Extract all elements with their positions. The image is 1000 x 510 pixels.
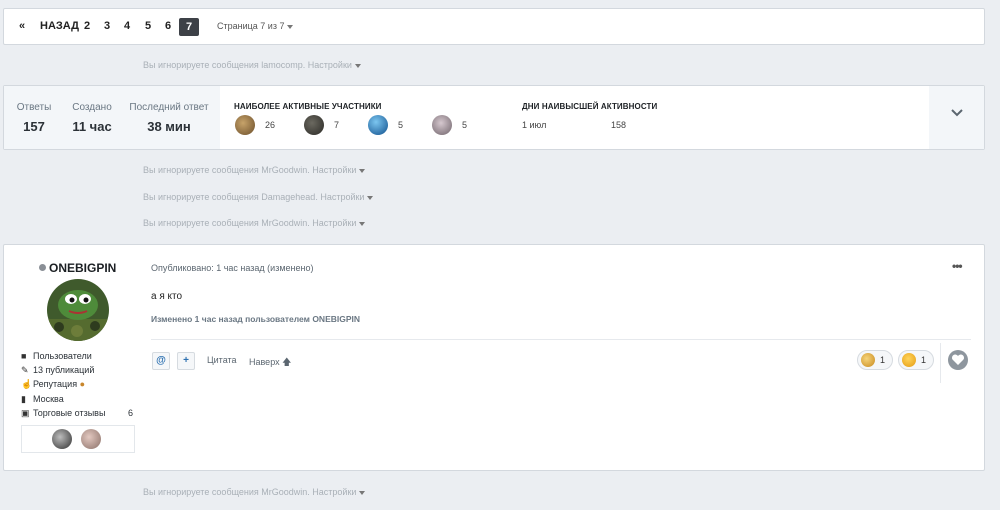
stat-replies: Ответы 157 bbox=[14, 102, 54, 134]
caret-down-icon bbox=[367, 195, 374, 200]
first-page-button[interactable]: « bbox=[19, 20, 25, 32]
page-link-6[interactable]: 6 bbox=[165, 20, 171, 32]
active-user-count: 5 bbox=[462, 120, 468, 130]
feedback-count: 6 bbox=[128, 408, 134, 418]
post-content: а я кто bbox=[151, 291, 183, 302]
reaction-divider bbox=[940, 343, 941, 383]
stat-created-value: 11 час bbox=[72, 119, 112, 134]
post-divider bbox=[151, 339, 971, 340]
ignored-notice-text: Вы игнорируете сообщения MrGoodwin. Наст… bbox=[143, 487, 357, 497]
author-location-text: Москва bbox=[33, 394, 64, 404]
stat-created: Создано 11 час bbox=[69, 102, 115, 134]
author-badges bbox=[21, 425, 135, 453]
author-name-text: ONEBIGPIN bbox=[49, 261, 117, 275]
peak-days-title: ДНИ НАИВЫСШЕЙ АКТИВНОСТИ bbox=[522, 102, 658, 111]
active-user-avatar[interactable] bbox=[304, 115, 324, 135]
multiquote-button[interactable]: + bbox=[177, 352, 195, 370]
users-icon: ■ bbox=[21, 351, 27, 361]
caret-down-icon bbox=[354, 63, 361, 68]
ignored-notice-text: Вы игнорируете сообщения MrGoodwin. Наст… bbox=[143, 165, 357, 175]
active-user-count: 26 bbox=[265, 120, 276, 130]
active-user-count: 5 bbox=[398, 120, 404, 130]
ignored-notice-text: Вы игнорируете сообщения Damagehead. Нас… bbox=[143, 192, 365, 202]
author-group: ■ Пользователи bbox=[21, 351, 92, 361]
ignored-notice[interactable]: Вы игнорируете сообщения Damagehead. Нас… bbox=[143, 192, 374, 202]
author-reputation: ☝Репутация ● bbox=[21, 379, 85, 390]
author-post-count: ✎ 13 публикаций bbox=[21, 365, 94, 376]
author-avatar[interactable] bbox=[47, 279, 109, 341]
back-to-top-button[interactable]: Наверх 🡅 bbox=[249, 355, 291, 371]
ignored-notice-text: Вы игнорируете сообщения MrGoodwin. Наст… bbox=[143, 218, 357, 228]
page-link-3[interactable]: 3 bbox=[104, 20, 110, 32]
chevron-down-icon bbox=[951, 109, 963, 117]
reputation-medal-icon: ● bbox=[79, 379, 86, 389]
author-feedback[interactable]: ▣ Торговые отзывы bbox=[21, 408, 105, 419]
author-reputation-text: Репутация bbox=[33, 379, 78, 389]
badge-avatar[interactable] bbox=[52, 429, 72, 449]
building-icon: ▮ bbox=[21, 394, 26, 404]
laugh-emoji-icon bbox=[902, 353, 916, 367]
thumbs-up-icon: ☝ bbox=[21, 379, 33, 389]
active-users-title: НАИБОЛЕЕ АКТИВНЫЕ УЧАСТНИКИ bbox=[234, 102, 382, 111]
author-feedback-text: Торговые отзывы bbox=[33, 408, 106, 418]
current-page: 7 bbox=[179, 18, 199, 36]
active-user-count: 7 bbox=[334, 120, 340, 130]
reaction-button[interactable]: 1 bbox=[898, 350, 934, 370]
page-link-5[interactable]: 5 bbox=[145, 20, 151, 32]
active-user-avatar[interactable] bbox=[432, 115, 452, 135]
online-status-icon bbox=[39, 264, 46, 272]
ignored-notice-text: Вы игнорируете сообщения lamocomp. Настр… bbox=[143, 60, 352, 70]
prev-page-button[interactable]: НАЗАД bbox=[40, 20, 79, 32]
back-to-top-label: Наверх bbox=[249, 357, 280, 367]
reaction-count: 1 bbox=[880, 355, 886, 365]
forum-post: ONEBIGPIN ■ Пользователи ✎ 13 публикаций ☝… bbox=[3, 244, 985, 471]
stat-last-reply: Последний ответ 38 мин bbox=[129, 102, 209, 134]
like-button[interactable] bbox=[948, 350, 968, 370]
arrow-up-icon: 🡅 bbox=[282, 357, 292, 367]
page-jump-dropdown[interactable]: Страница 7 из 7 bbox=[217, 21, 294, 31]
topic-stats-panel: Ответы 157 Создано 11 час Последний отве… bbox=[3, 85, 985, 150]
pagination-bar: « НАЗАД 2 3 4 5 6 7 Страница 7 из 7 bbox=[3, 8, 985, 45]
heart-icon bbox=[951, 354, 965, 365]
stat-replies-value: 157 bbox=[23, 119, 45, 134]
active-user-avatar[interactable] bbox=[235, 115, 255, 135]
caret-down-icon bbox=[359, 168, 366, 173]
stat-replies-label: Ответы bbox=[16, 102, 52, 113]
caret-down-icon bbox=[287, 24, 294, 29]
ignored-notice[interactable]: Вы игнорируете сообщения MrGoodwin. Наст… bbox=[143, 165, 366, 175]
badge-avatar[interactable] bbox=[81, 429, 101, 449]
edited-note: Изменено 1 час назад пользователем ONEBI… bbox=[151, 314, 361, 324]
caret-down-icon bbox=[359, 221, 366, 226]
reaction-emoji-icon bbox=[861, 353, 875, 367]
mention-button[interactable]: @ bbox=[152, 352, 170, 370]
author-group-text: Пользователи bbox=[33, 351, 92, 361]
author-name[interactable]: ONEBIGPIN bbox=[39, 261, 116, 275]
edit-icon: ✎ bbox=[21, 365, 29, 375]
page-link-4[interactable]: 4 bbox=[124, 20, 130, 32]
page-info-label: Страница 7 из 7 bbox=[217, 21, 285, 31]
caret-down-icon bbox=[359, 490, 366, 495]
stat-last-reply-label: Последний ответ bbox=[129, 102, 209, 113]
page-link-2[interactable]: 2 bbox=[84, 20, 90, 32]
peak-day-count: 158 bbox=[611, 120, 627, 130]
peak-day-date[interactable]: 1 июл bbox=[522, 120, 546, 130]
active-user-avatar[interactable] bbox=[368, 115, 388, 135]
author-post-count-text: 13 публикаций bbox=[33, 365, 95, 375]
ignored-notice[interactable]: Вы игнорируете сообщения MrGoodwin. Наст… bbox=[143, 218, 366, 228]
frog-avatar-icon bbox=[47, 279, 109, 341]
stat-last-reply-value: 38 мин bbox=[147, 119, 191, 134]
id-card-icon: ▣ bbox=[21, 408, 30, 418]
post-meta[interactable]: Опубликовано: 1 час назад (изменено) bbox=[151, 263, 313, 273]
reaction-button[interactable]: 1 bbox=[857, 350, 893, 370]
ignored-notice[interactable]: Вы игнорируете сообщения MrGoodwin. Наст… bbox=[143, 487, 366, 497]
post-menu-icon[interactable]: ••• bbox=[952, 259, 963, 273]
expand-stats-button[interactable] bbox=[929, 86, 984, 149]
reaction-count: 1 bbox=[921, 355, 927, 365]
author-location: ▮ Москва bbox=[21, 394, 64, 405]
quote-button[interactable]: Цитата bbox=[207, 355, 237, 365]
stat-created-label: Создано bbox=[72, 102, 112, 113]
ignored-notice[interactable]: Вы игнорируете сообщения lamocomp. Настр… bbox=[143, 60, 361, 70]
